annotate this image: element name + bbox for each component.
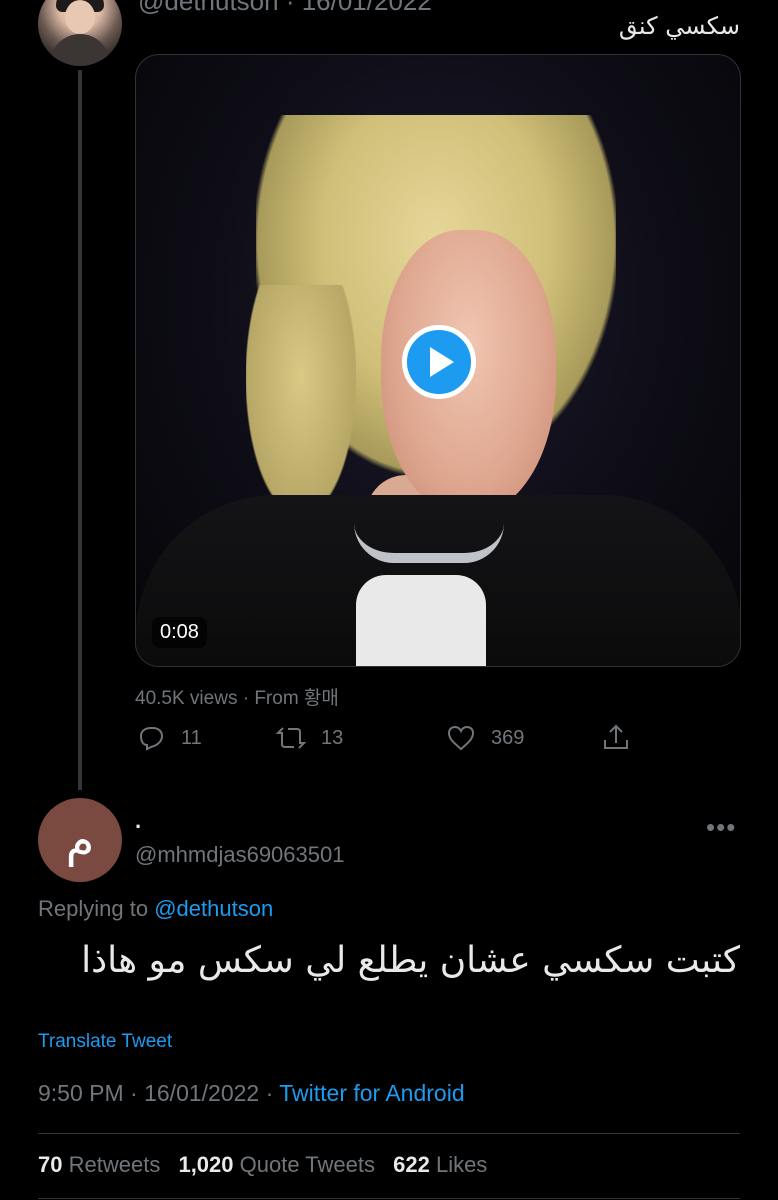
divider <box>38 1133 740 1134</box>
tweet-source-link[interactable]: Twitter for Android <box>279 1080 464 1106</box>
replying-to: Replying to @dethutson <box>38 896 273 922</box>
share-icon <box>604 724 628 749</box>
video-duration: 0:08 <box>152 617 207 648</box>
tweet-stats: 70 Retweets 1,020 Quote Tweets 622 Likes <box>38 1152 499 1178</box>
replying-prefix: Replying to <box>38 896 149 921</box>
parent-avatar[interactable] <box>38 0 122 66</box>
retweets-label: Retweets <box>68 1152 161 1177</box>
thread-line <box>78 70 82 790</box>
reply-button[interactable]: 11 <box>135 718 202 758</box>
likes-label: Likes <box>435 1152 488 1177</box>
parent-tweet-actions: 11 13 369 <box>135 718 635 758</box>
parent-tweet-text: سكسي كنق <box>618 12 740 40</box>
tweet-time: 9:50 PM · 16/01/2022 · <box>38 1080 274 1106</box>
play-icon <box>430 347 454 377</box>
heart-icon <box>447 725 475 751</box>
replying-to-link[interactable]: @dethutson <box>154 896 273 921</box>
retweet-count: 13 <box>321 726 344 749</box>
parent-tweet-meta: @dethutson · 16/01/2022 <box>138 0 432 16</box>
retweet-button[interactable]: 13 <box>275 718 343 758</box>
quote-tweets-stat[interactable]: 1,020 Quote Tweets <box>178 1152 375 1177</box>
tweet-timestamp: 9:50 PM · 16/01/2022 · Twitter for Andro… <box>38 1080 465 1107</box>
video-views: 40.5K views · From 황매 <box>135 688 339 709</box>
quote-tweets-count: 1,020 <box>178 1152 234 1177</box>
divider <box>38 1198 740 1199</box>
likes-stat[interactable]: 622 Likes <box>393 1152 487 1177</box>
display-name[interactable]: · <box>135 814 142 840</box>
translate-tweet-link[interactable]: Translate Tweet <box>38 1031 172 1053</box>
like-count: 369 <box>491 726 525 749</box>
reply-icon <box>139 727 164 751</box>
reply-count: 11 <box>181 726 202 749</box>
quote-tweets-label: Quote Tweets <box>239 1152 375 1177</box>
retweets-count: 70 <box>38 1152 63 1177</box>
likes-count: 622 <box>393 1152 430 1177</box>
retweets-stat[interactable]: 70 Retweets <box>38 1152 160 1177</box>
share-button[interactable] <box>600 718 632 758</box>
more-options-icon[interactable]: ••• <box>706 812 736 843</box>
avatar[interactable]: م <box>38 798 122 882</box>
tweet-text: كتبت سكسي عشان يطلع لي سكس مو هاذا <box>81 940 740 981</box>
video-thumbnail[interactable]: 0:08 <box>135 54 741 667</box>
user-handle[interactable]: @mhmdjas69063501 <box>135 842 344 868</box>
like-button[interactable]: 369 <box>445 718 524 758</box>
retweet-icon <box>275 727 307 749</box>
play-button[interactable] <box>402 325 476 399</box>
